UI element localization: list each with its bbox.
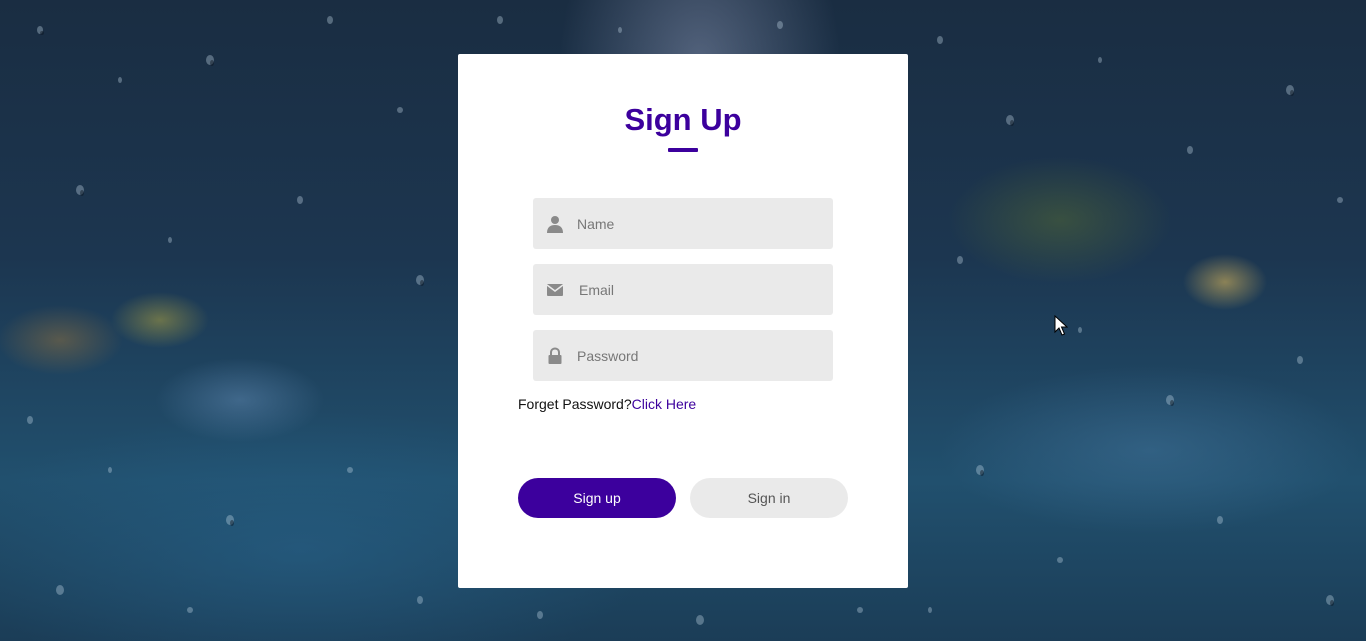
password-field[interactable]	[533, 330, 833, 381]
password-input[interactable]	[577, 330, 817, 381]
email-input[interactable]	[579, 264, 819, 315]
lock-icon	[546, 347, 564, 365]
email-field[interactable]	[533, 264, 833, 315]
name-field[interactable]	[533, 198, 833, 249]
page-title: Sign Up	[624, 102, 742, 137]
user-icon	[546, 215, 564, 233]
envelope-icon	[546, 281, 564, 299]
signup-card: Sign Up Forget Password?Cli	[458, 54, 908, 588]
name-input[interactable]	[577, 198, 817, 249]
title-underline	[668, 148, 698, 152]
signin-button[interactable]: Sign in	[690, 478, 848, 518]
signup-button[interactable]: Sign up	[518, 478, 676, 518]
forgot-password: Forget Password?Click Here	[518, 396, 696, 412]
forgot-password-text: Forget Password?	[518, 396, 632, 412]
mouse-cursor-icon	[1054, 315, 1068, 336]
forgot-password-link[interactable]: Click Here	[632, 396, 697, 412]
